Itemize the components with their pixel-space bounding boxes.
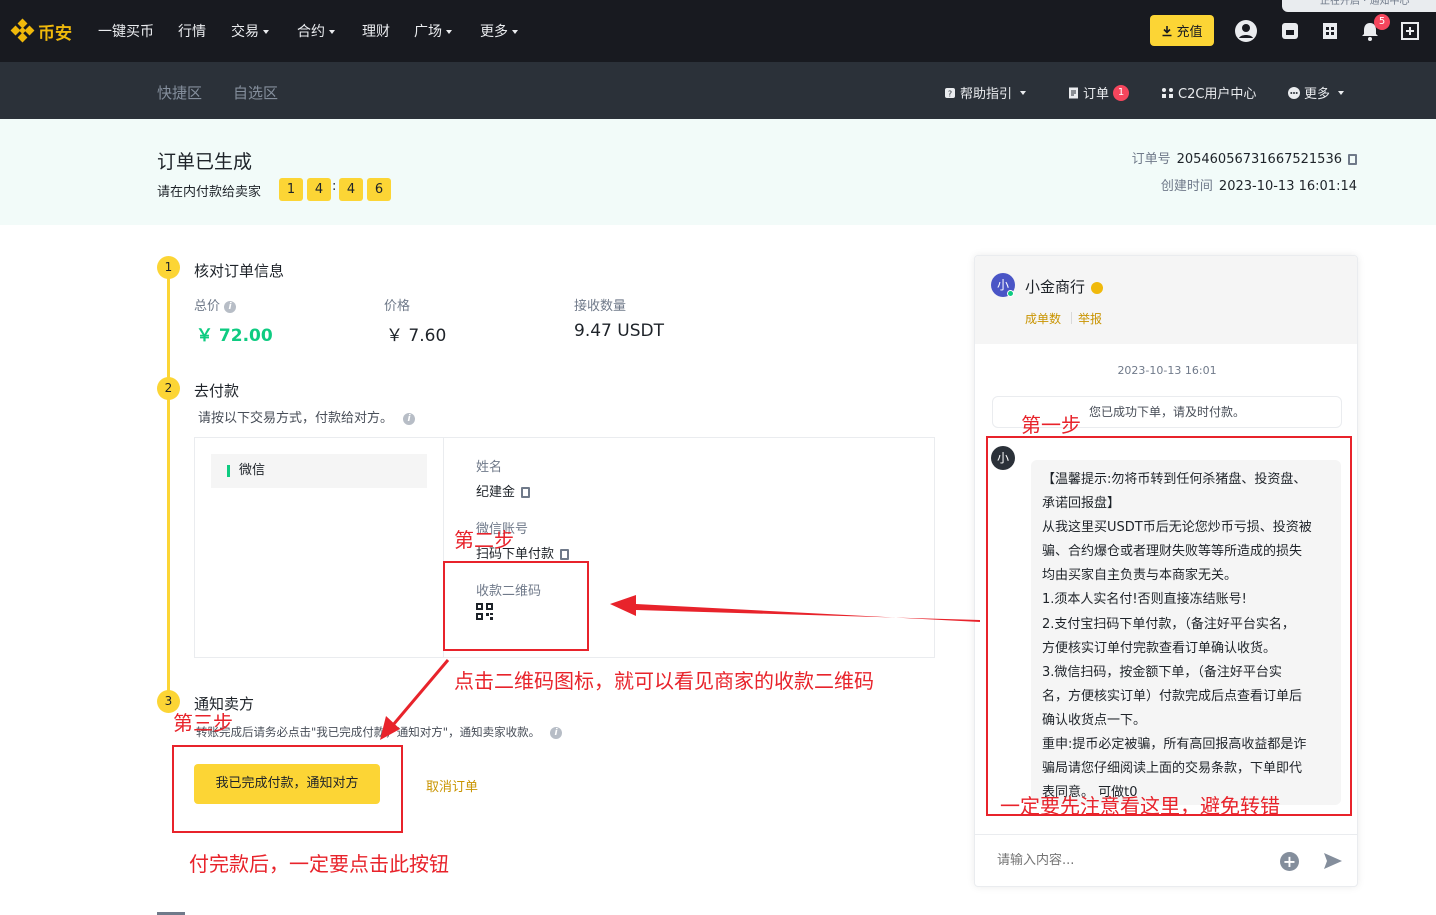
annotation-box-qr: [443, 561, 589, 651]
tab-favorites[interactable]: 自选区: [233, 82, 278, 103]
logo[interactable]: 币安: [10, 18, 72, 44]
verified-icon: [1091, 281, 1104, 294]
chat-header: 小 小金商行 成单数 举报: [975, 256, 1357, 344]
quantity-label: 接收数量: [574, 299, 627, 314]
info-icon[interactable]: i: [224, 300, 237, 313]
chevron-down-icon: [263, 30, 269, 34]
annotation-step3: 第三步: [173, 711, 233, 735]
timer-digit: 1: [279, 178, 303, 201]
merchant-name[interactable]: 小金商行: [1025, 276, 1104, 297]
send-icon[interactable]: [1323, 852, 1343, 870]
annotation-step1: 第一步: [1021, 413, 1081, 437]
step-title: 核对订单信息: [194, 262, 285, 280]
chevron-down-icon: [512, 30, 518, 34]
info-icon[interactable]: i: [403, 412, 416, 425]
name-value: 纪建金: [476, 481, 531, 500]
order-header: 订单已生成 请在内付款给卖家 1 4 : 4 6 订单号 205460567316…: [0, 119, 1436, 225]
timer-digit: 4: [339, 178, 363, 201]
more-menu[interactable]: 更多: [1288, 83, 1345, 102]
notification-badge: 5: [1374, 14, 1390, 30]
created-time: 2023-10-13 16:01:14: [1218, 179, 1357, 194]
user-center-icon: [1162, 87, 1173, 98]
svg-text:?: ?: [948, 89, 952, 98]
add-attachment-icon[interactable]: +: [1280, 852, 1299, 871]
created-time-row: 创建时间 2023-10-13 16:01:14: [1160, 179, 1357, 194]
name-label: 姓名: [476, 460, 503, 475]
total-value: ￥ 72.00: [196, 326, 273, 346]
timer-separator: :: [332, 179, 337, 194]
orders-menu[interactable]: 订单 1: [1068, 83, 1130, 102]
payment-method-wechat[interactable]: 微信: [211, 454, 427, 488]
annotation-qr-hint: 点击二维码图标，就可以看见商家的收款二维码: [454, 669, 874, 693]
chat-input[interactable]: [997, 853, 1247, 868]
pay-prompt: 请在内付款给卖家: [157, 185, 262, 200]
chevron-down-icon: [446, 30, 452, 34]
total-label: 总价 i: [194, 295, 237, 314]
top-navbar: 币安 一键买币 行情 交易 合约 理财 广场 更多 充值 5 正在开启 · 通知…: [0, 0, 1436, 62]
timer-digit: 6: [367, 178, 391, 201]
step-number: 1: [157, 256, 180, 279]
deposit-button[interactable]: 充值: [1150, 15, 1214, 46]
step-desc: 转账完成后请务必点击"我已完成付款，通知对方"，通知卖家收款。 i: [196, 724, 563, 740]
order-number: 20546056731667521536: [1176, 152, 1342, 167]
order-icon: [1069, 87, 1078, 98]
annotation-box-button: [172, 745, 403, 833]
user-icon[interactable]: [1234, 19, 1258, 43]
quantity-value: 9.47 USDT: [574, 321, 664, 341]
step-number: 3: [157, 690, 180, 713]
copy-icon[interactable]: [521, 487, 531, 498]
order-title: 订单已生成: [157, 151, 253, 173]
nav-trade[interactable]: 交易: [231, 21, 269, 41]
help-guide-menu[interactable]: ? 帮助指引: [944, 83, 1027, 102]
step-title: 去付款: [194, 382, 240, 400]
price-value: ￥ 7.60: [386, 326, 447, 346]
report-link[interactable]: 举报: [1078, 310, 1102, 327]
c2c-user-center[interactable]: C2C用户中心: [1161, 83, 1256, 102]
corner-status: 正在开启 · 通知中心: [1282, 0, 1436, 12]
logo-text: 币安: [38, 23, 72, 44]
timer-digit: 4: [307, 178, 331, 201]
divider: [975, 834, 1357, 835]
download-icon[interactable]: [1398, 19, 1422, 43]
more-icon: [1288, 86, 1300, 99]
info-icon[interactable]: i: [550, 726, 563, 739]
step-progress-line: [167, 268, 170, 700]
nav-square[interactable]: 广场: [414, 21, 452, 41]
order-number-row: 订单号 20546056731667521536: [1132, 148, 1357, 167]
nav-markets[interactable]: 行情: [178, 21, 206, 41]
cancel-order-link[interactable]: 取消订单: [426, 776, 478, 795]
price-label: 价格: [384, 299, 411, 314]
chevron-down-icon: [1020, 90, 1027, 95]
copy-icon[interactable]: [560, 549, 570, 560]
annotation-box-chat: [986, 436, 1352, 816]
sub-navbar: 快捷区 自选区 ? 帮助指引 订单 1 C2C用户中心 更多: [0, 62, 1436, 119]
divider: [1071, 312, 1072, 324]
binance-logo-icon: [10, 18, 35, 43]
nav-futures[interactable]: 合约: [297, 21, 335, 41]
online-indicator: [1007, 290, 1014, 297]
chat-timestamp: 2023-10-13 16:01: [1117, 364, 1217, 377]
annotation-button-hint: 付完款后，一定要点击此按钮: [189, 852, 449, 876]
download-arrow-icon: [1162, 25, 1172, 36]
tab-quick[interactable]: 快捷区: [157, 82, 202, 103]
nav-earn[interactable]: 理财: [362, 21, 390, 41]
copy-icon[interactable]: [1348, 154, 1357, 165]
chat-stat-orders[interactable]: 成单数: [1025, 310, 1061, 327]
chevron-down-icon: [329, 30, 335, 34]
wallet-icon[interactable]: [1278, 19, 1302, 43]
step-desc: 请按以下交易方式，付款给对方。 i: [198, 407, 416, 426]
annotation-step2: 第二步: [454, 528, 514, 552]
nav-more[interactable]: 更多: [480, 21, 518, 41]
orders-icon[interactable]: [1318, 19, 1342, 43]
nav-quick-buy[interactable]: 一键买币: [98, 21, 154, 41]
order-badge: 1: [1113, 84, 1130, 101]
chevron-down-icon: [1338, 90, 1345, 95]
help-icon: ?: [945, 87, 955, 98]
annotation-chat-hint: 一定要先注意看这里，避免转错: [1000, 794, 1280, 818]
step-number: 2: [157, 377, 180, 400]
